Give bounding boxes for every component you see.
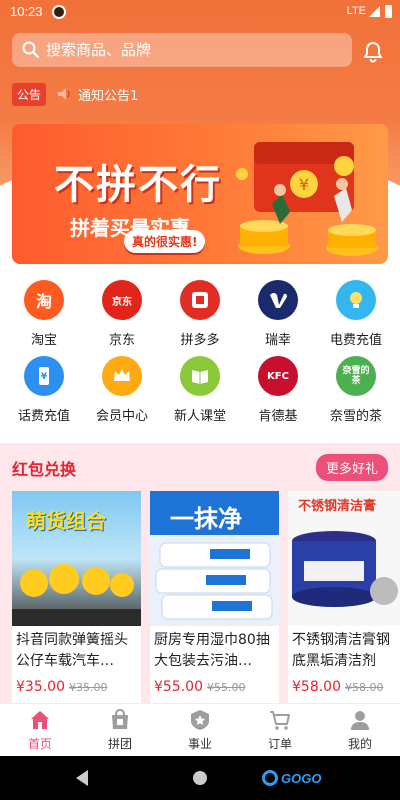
watermark-text: GOGO [281, 770, 322, 786]
search-icon [22, 41, 40, 59]
tab-label: 我的 [347, 737, 372, 751]
tab-label: 首页 [27, 737, 52, 751]
system-nav-bar: GOGO [0, 756, 400, 800]
wipes-pack-illustration [155, 542, 273, 620]
star-badge-icon [191, 710, 209, 730]
grid-item-kfc[interactable]: KFC 肯德基 [238, 356, 318, 426]
grid-label: 奈雪的茶 [329, 409, 382, 424]
grid-label: 拼多多 [180, 333, 220, 348]
red-packet-section: 红包兑换 更多好礼 萌货组合 抖音同款弹簧摇头公仔车载汽车… ¥35.00 ¥35… [0, 443, 400, 703]
bottom-tab-bar: 首页 拼团 事业 订单 我的 [0, 703, 400, 756]
home-button-icon[interactable] [193, 771, 207, 785]
tab-group-buy[interactable]: 拼团 [80, 708, 160, 754]
cleaning-paste-illustration [292, 531, 398, 607]
tab-home[interactable]: 首页 [0, 708, 80, 754]
product-image: 一抹净 [150, 491, 279, 626]
grid-label: 新人课堂 [173, 409, 226, 424]
phone-recharge-glyph: ¥ [41, 372, 48, 382]
back-icon[interactable] [76, 770, 88, 786]
grid-label: 淘宝 [30, 333, 57, 348]
battery-icon [385, 5, 392, 18]
signal-icon [369, 6, 380, 17]
home-icon [31, 711, 49, 729]
speaker-icon [58, 88, 70, 100]
grid-item-luckin[interactable]: 瑞幸 [238, 280, 318, 350]
taobao-icon: 淘 [24, 280, 64, 320]
grid-item-phone-recharge[interactable]: ¥ 话费充值 [4, 356, 84, 426]
status-time: 10:23 [10, 4, 43, 19]
tab-label: 订单 [267, 737, 292, 751]
luckin-icon [258, 280, 298, 320]
tab-label: 事业 [187, 737, 212, 751]
section-title: 红包兑换 [12, 460, 77, 479]
product-price-row: ¥55.00 ¥55.00 [154, 676, 279, 695]
product-title: 不锈钢清洁膏钢底黑垢清洁剂去… [292, 632, 390, 669]
product-price-row: ¥58.00 ¥58.00 [292, 676, 400, 695]
notice-text: 通知公告1 [78, 88, 139, 104]
grid-item-taobao[interactable]: 淘 淘宝 [4, 280, 84, 350]
product-old-price: ¥55.00 [207, 681, 246, 694]
phone-recharge-icon: ¥ [24, 356, 64, 396]
product-price: ¥58.00 [292, 679, 341, 695]
product-title: 抖音同款弹簧摇头公仔车载汽车… [16, 632, 128, 669]
jd-icon: 京东 [102, 280, 142, 320]
grid-label: 瑞幸 [264, 333, 291, 348]
network-label: LTE [346, 5, 366, 17]
crown-icon [102, 356, 142, 396]
notice-bar[interactable]: 公告 通知公告1 [12, 82, 139, 106]
search-input[interactable] [46, 41, 326, 59]
product-image: 不锈钢清洁膏 [288, 491, 400, 626]
product-price: ¥35.00 [16, 679, 65, 695]
bell-icon[interactable] [360, 38, 386, 64]
emoji-toys-illustration [12, 564, 141, 626]
grid-item-newbie-class[interactable]: 新人课堂 [160, 356, 240, 426]
tab-orders[interactable]: 订单 [240, 708, 320, 754]
banner-pill: 真的很实惠! [124, 230, 206, 253]
product-card[interactable]: 一抹净 厨房专用湿巾80抽大包装去污油… ¥55.00 ¥55.00 [150, 491, 279, 703]
product-price: ¥55.00 [154, 679, 203, 695]
group-buy-icon [112, 708, 128, 729]
product-card[interactable]: 不锈钢清洁膏 不锈钢清洁膏钢底黑垢清洁剂去… ¥58.00 ¥58.00 [288, 491, 400, 703]
product-image-text: 不锈钢清洁膏 [298, 499, 377, 514]
tab-mine[interactable]: 我的 [320, 708, 400, 754]
banner-illustration: ¥ [236, 142, 378, 256]
kfc-icon: KFC [258, 356, 298, 396]
more-gifts-button[interactable]: 更多好礼 [315, 454, 388, 481]
nayuki-icon: 奈雪的茶 [336, 356, 376, 396]
grid-item-pinduoduo[interactable]: 拼多多 [160, 280, 240, 350]
product-image-text: 一抹净 [170, 505, 242, 533]
grid-label: 肯德基 [258, 409, 298, 424]
grid-label: 电费充值 [329, 333, 382, 348]
person-icon [351, 711, 369, 730]
promo-banner[interactable]: 不拼不行 拼着买最实惠 真的很实惠! ¥ [12, 124, 388, 264]
grid-label: 京东 [108, 333, 135, 348]
search-bar[interactable] [12, 33, 352, 67]
product-image-text: 萌货组合 [26, 509, 106, 533]
grid-item-nayuki[interactable]: 奈雪的茶 奈雪的茶 [316, 356, 396, 426]
banner-title: 不拼不行 [54, 162, 222, 208]
svg-text:¥: ¥ [299, 175, 309, 194]
tab-career[interactable]: 事业 [160, 708, 240, 754]
product-old-price: ¥35.00 [69, 681, 108, 694]
pinduoduo-icon [180, 280, 220, 320]
grid-item-member-center[interactable]: 会员中心 [82, 356, 162, 426]
cart-icon [270, 711, 290, 730]
book-icon [180, 356, 220, 396]
watermark-logo: GOGO [262, 769, 321, 787]
grid-item-jd[interactable]: 京东 京东 [82, 280, 162, 350]
product-image: 萌货组合 [12, 491, 141, 626]
grid-label: 话费充值 [17, 409, 70, 424]
watermark-ring-icon [262, 770, 278, 786]
product-title: 厨房专用湿巾80抽大包装去污油… [154, 632, 270, 669]
status-bar: 10:23 LTE [0, 0, 400, 24]
product-old-price: ¥58.00 [345, 681, 384, 694]
lightbulb-icon [336, 280, 376, 320]
tab-label: 拼团 [107, 737, 132, 751]
notification-dot-icon [52, 5, 66, 19]
notice-badge: 公告 [12, 82, 47, 106]
product-price-row: ¥35.00 ¥35.00 [16, 676, 141, 695]
product-card[interactable]: 萌货组合 抖音同款弹簧摇头公仔车载汽车… ¥35.00 ¥35.00 [12, 491, 141, 703]
grid-label: 会员中心 [95, 409, 148, 424]
grid-item-electricity[interactable]: 电费充值 [316, 280, 396, 350]
